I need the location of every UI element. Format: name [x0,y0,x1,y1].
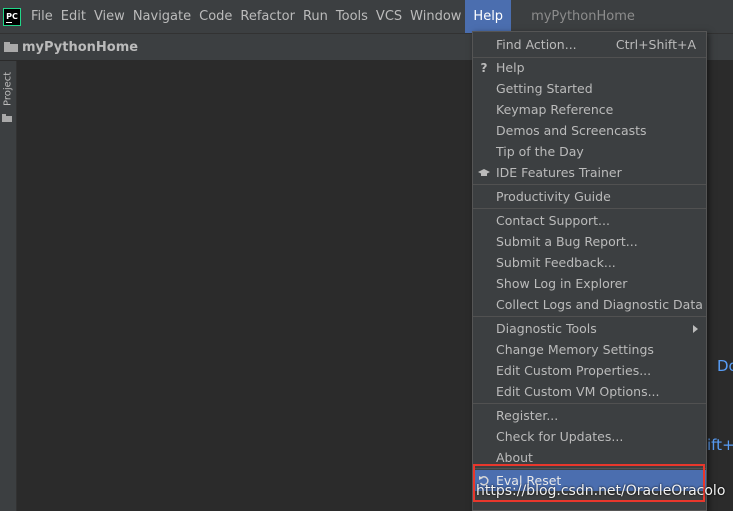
help-menu-dropdown: Find Action... Ctrl+Shift+A ? Help Getti… [472,31,707,511]
menu-separator [473,184,706,185]
editor-hint-fragment: Do [717,357,733,375]
menu-file[interactable]: File [27,0,57,33]
editor-shortcut-fragment: ift+ [707,436,733,454]
menu-item-label: Collect Logs and Diagnostic Data [496,297,703,312]
menu-item-label: Diagnostic Tools [496,321,597,336]
menu-item-diagnostic-tools[interactable]: Diagnostic Tools [473,318,706,339]
menu-item-label: Demos and Screencasts [496,123,647,138]
menu-item-tip-of-day[interactable]: Tip of the Day [473,141,706,162]
menu-separator [473,208,706,209]
menu-item-find-action[interactable]: Find Action... Ctrl+Shift+A [473,34,706,55]
menu-edit[interactable]: Edit [57,0,90,33]
menu-item-custom-properties[interactable]: Edit Custom Properties... [473,360,706,381]
menu-item-label: Find Action... [496,37,577,52]
menu-item-demos[interactable]: Demos and Screencasts [473,120,706,141]
menu-code[interactable]: Code [195,0,236,33]
menu-item-show-log[interactable]: Show Log in Explorer [473,273,706,294]
menu-refactor[interactable]: Refactor [236,0,299,33]
menu-item-shortcut: Ctrl+Shift+A [615,37,696,52]
menu-item-keymap-reference[interactable]: Keymap Reference [473,99,706,120]
pycharm-logo-icon: PC [3,7,21,26]
project-tool-window-button[interactable]: Project [1,66,15,112]
project-folder-icon [2,114,12,122]
menu-item-label: Register... [496,408,559,423]
menu-item-label: Help [496,60,525,75]
graduation-cap-icon [478,167,490,179]
menu-item-getting-started[interactable]: Getting Started [473,78,706,99]
menu-item-label: Contact Support... [496,213,610,228]
menu-view[interactable]: View [90,0,129,33]
menu-run[interactable]: Run [299,0,332,33]
question-icon: ? [480,60,488,75]
menu-item-label: Check for Updates... [496,429,624,444]
menu-item-check-updates[interactable]: Check for Updates... [473,426,706,447]
menu-window[interactable]: Window [406,0,465,33]
menu-item-label: Productivity Guide [496,189,611,204]
menu-item-label: Getting Started [496,81,593,96]
menu-bar: PC File Edit View Navigate Code Refactor… [0,0,733,34]
ide-window: PC File Edit View Navigate Code Refactor… [0,0,733,511]
menu-item-memory-settings[interactable]: Change Memory Settings [473,339,706,360]
menu-item-label: About [496,450,533,465]
menu-item-custom-vm-options[interactable]: Edit Custom VM Options... [473,381,706,402]
menu-navigate[interactable]: Navigate [129,0,195,33]
menu-item-label: Edit Custom Properties... [496,363,652,378]
menu-item-label: Submit Feedback... [496,255,616,270]
window-title: myPythonHome [531,9,635,24]
menu-tools[interactable]: Tools [332,0,372,33]
breadcrumb-project[interactable]: myPythonHome [22,40,138,55]
menu-item-label: Tip of the Day [496,144,584,159]
menu-item-features-trainer[interactable]: IDE Features Trainer [473,162,706,183]
menu-item-label: Change Memory Settings [496,342,654,357]
menu-item-collect-logs[interactable]: Collect Logs and Diagnostic Data [473,294,706,315]
left-tool-strip [0,61,17,511]
logo-text: PC [6,12,18,21]
watermark: https://blog.csdn.net/OracleOracolo [476,483,726,499]
menu-vcs[interactable]: VCS [372,0,406,33]
menu-item-label: Edit Custom VM Options... [496,384,660,399]
menu-item-register[interactable]: Register... [473,405,706,426]
menu-item-label: Keymap Reference [496,102,614,117]
menu-help[interactable]: Help [465,0,512,33]
menu-separator [473,316,706,317]
menu-item-productivity-guide[interactable]: Productivity Guide [473,186,706,207]
menu-item-submit-bug[interactable]: Submit a Bug Report... [473,231,706,252]
submenu-arrow-icon [693,324,698,333]
menu-item-submit-feedback[interactable]: Submit Feedback... [473,252,706,273]
menu-item-label: Submit a Bug Report... [496,234,638,249]
menu-item-label: Show Log in Explorer [496,276,628,291]
menu-item-contact-support[interactable]: Contact Support... [473,210,706,231]
folder-icon [4,42,18,52]
menu-separator [473,403,706,404]
menu-item-label: IDE Features Trainer [496,165,622,180]
menu-item-help[interactable]: ? Help [473,57,706,78]
